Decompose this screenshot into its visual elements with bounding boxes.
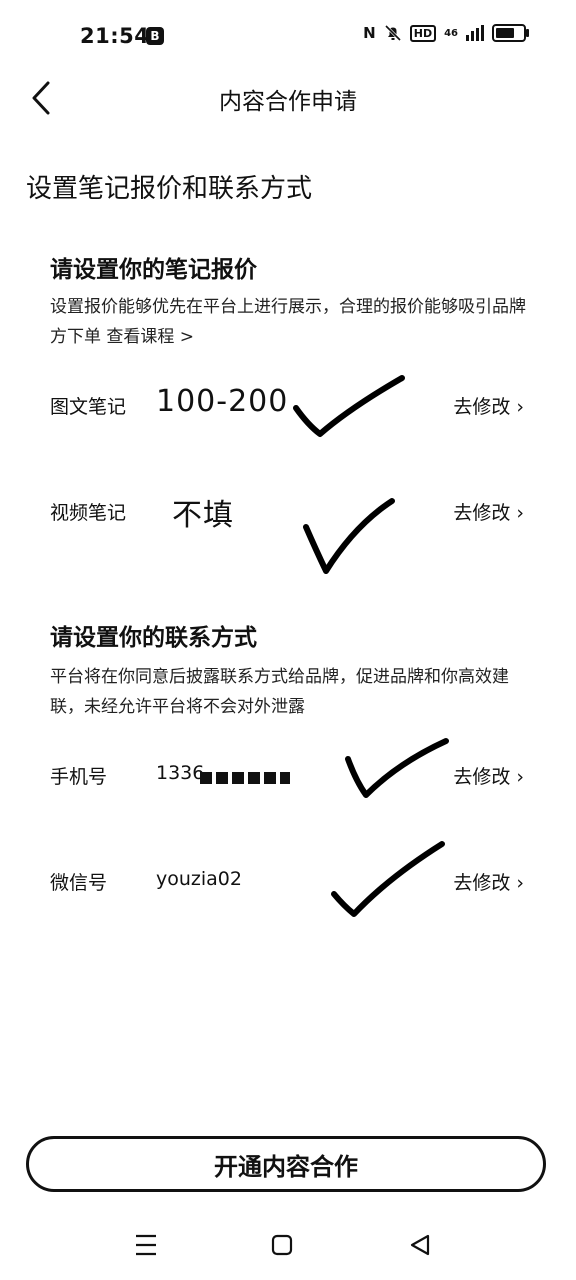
edit-video-note-price-button[interactable]: 去修改 › [453, 498, 524, 525]
row-value: 1336 [156, 762, 205, 784]
hd-icon: HD [409, 24, 437, 42]
chevron-right-icon: › [516, 502, 524, 524]
wechat-row: 微信号 youzia02 去修改 › [0, 858, 576, 908]
handwritten-check-icon [303, 498, 395, 574]
page-title: 内容合作申请 [219, 89, 357, 115]
edit-wechat-button[interactable]: 去修改 › [453, 868, 524, 895]
mute-bell-icon [384, 24, 401, 42]
image-note-price-row: 图文笔记 100-200 去修改 › [0, 382, 576, 432]
back-triangle-icon [410, 1234, 430, 1256]
app-notification-icon: B [146, 27, 164, 45]
contact-section-desc: 平台将在你同意后披露联系方式给品牌，促进品牌和你高效建联，未经允许平台将不会对外… [50, 667, 509, 717]
phone-row: 手机号 1336 去修改 › [0, 752, 576, 802]
status-bar: 21:54 B N HD 46 [0, 0, 576, 72]
network-type: 46 [444, 27, 458, 39]
nfc-icon: N [363, 24, 376, 42]
system-nav-bar [0, 1216, 576, 1280]
nav-header: 内容合作申请 [0, 72, 576, 124]
pricing-section-title: 请设置你的笔记报价 [50, 257, 257, 283]
chevron-right-icon: › [516, 396, 524, 418]
redacted-phone-mask [200, 772, 290, 784]
row-label: 微信号 [50, 872, 108, 894]
edit-phone-button[interactable]: 去修改 › [453, 762, 524, 789]
row-label: 视频笔记 [50, 502, 127, 524]
enable-content-cooperation-button[interactable]: 开通内容合作 [26, 1136, 546, 1192]
row-value: youzia02 [156, 868, 242, 890]
handwritten-check-icon [331, 841, 445, 917]
view-course-link[interactable]: 查看课程 > [106, 327, 194, 347]
chevron-right-icon: › [516, 872, 524, 894]
status-icons: N HD 46 [363, 24, 529, 42]
battery-icon [492, 24, 529, 42]
signal-icon [466, 25, 484, 41]
back-nav-button[interactable] [390, 1216, 450, 1276]
contact-section-title: 请设置你的联系方式 [50, 625, 257, 651]
menu-nav-button[interactable] [116, 1216, 176, 1276]
row-value: 不填 [172, 498, 234, 533]
chevron-right-icon: › [516, 766, 524, 788]
home-nav-button[interactable] [252, 1216, 312, 1276]
menu-icon [136, 1234, 156, 1256]
page-heading: 设置笔记报价和联系方式 [26, 174, 313, 204]
row-label: 图文笔记 [50, 396, 127, 418]
handwritten-check-icon [293, 375, 405, 437]
edit-image-note-price-button[interactable]: 去修改 › [453, 392, 524, 419]
status-time: 21:54 [80, 24, 150, 48]
pricing-section-desc: 设置报价能够优先在平台上进行展示，合理的报价能够吸引品牌方下单 查看课程 > [50, 292, 530, 352]
home-square-icon [271, 1234, 293, 1256]
row-value: 100-200 [156, 384, 289, 419]
handwritten-check-icon [345, 738, 449, 798]
video-note-price-row: 视频笔记 不填 去修改 › [0, 488, 576, 538]
row-label: 手机号 [50, 766, 108, 788]
